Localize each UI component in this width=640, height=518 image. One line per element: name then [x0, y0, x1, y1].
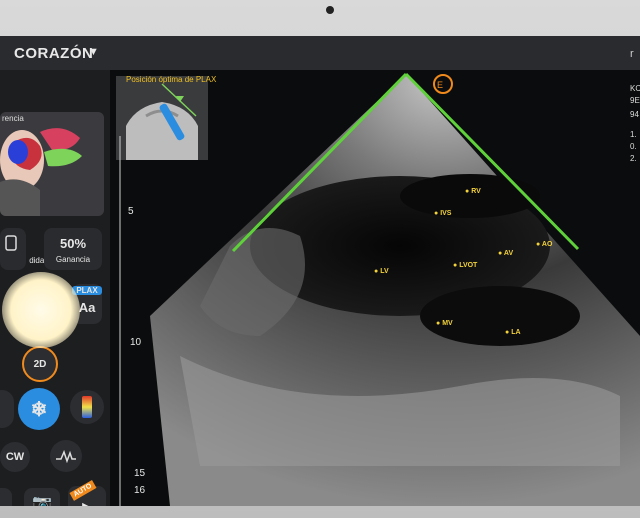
right-panel-line-2: 9E: [630, 96, 640, 105]
annotation-mv: ● MV: [436, 320, 453, 327]
ultrasound-screen: CORAZÓN ▼ r rencia didad 50% Ganancia PL…: [0, 36, 640, 506]
annotation-ao-text: AO: [541, 241, 553, 248]
right-panel-line-3: 94: [630, 110, 639, 119]
annotation-av: ● AV: [498, 250, 514, 257]
left-atrium-region: [420, 286, 580, 346]
annotation-rv: ● RV: [465, 188, 481, 195]
ultrasound-image: E: [119, 72, 640, 506]
annotation-lv: ● LV: [374, 268, 389, 275]
right-panel-line-1: KC: [630, 84, 640, 93]
right-panel-line-6: 2.: [630, 154, 637, 163]
depth-tick-15: 15: [134, 468, 146, 479]
depth-tick-5: 5: [128, 206, 134, 217]
svg-text:E: E: [437, 80, 443, 90]
annotation-mv-text: MV: [442, 320, 453, 327]
right-panel-line-5: 0.: [630, 142, 637, 151]
annotation-la-text: LA: [511, 329, 521, 336]
depth-tick-10: 10: [130, 337, 142, 348]
annotation-av-text: AV: [503, 250, 514, 257]
annotation-rv-text: RV: [471, 188, 481, 195]
depth-tick-16: 16: [134, 485, 146, 496]
annotation-lv-text: LV: [380, 268, 389, 275]
annotation-ao: ● AO: [536, 241, 553, 248]
right-panel-line-4: 1.: [630, 130, 637, 139]
front-camera: [326, 6, 334, 14]
right-ventricle-region: [400, 174, 540, 218]
annotation-la: ● LA: [505, 329, 521, 336]
annotation-ivs-text: IVS: [440, 210, 452, 217]
annotation-lvot: ● LVOT: [453, 262, 478, 269]
annotation-ivs: ● IVS: [434, 210, 452, 217]
annotation-lvot-text: LVOT: [459, 262, 478, 269]
